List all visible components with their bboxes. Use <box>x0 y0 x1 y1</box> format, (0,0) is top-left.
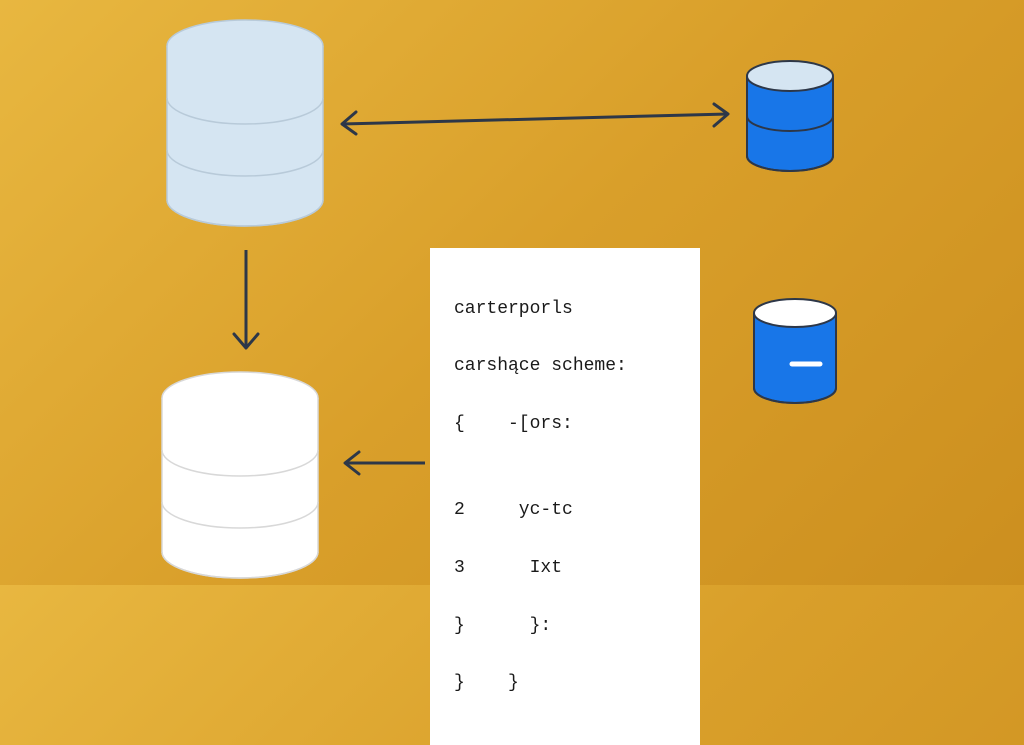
database-cylinder-replica-bottom <box>752 298 838 406</box>
code-line: carshące scheme: <box>454 352 676 381</box>
code-line: 2 yc-tc <box>454 496 676 525</box>
code-line: } }: <box>454 612 676 641</box>
arrow-left-icon <box>335 448 430 478</box>
code-line: carterporls <box>454 295 676 324</box>
database-cylinder-replica-top <box>745 60 835 175</box>
code-schema-box: carterporls carshące scheme: { -[ors: 2 … <box>430 248 700 745</box>
code-line: } } <box>454 669 676 698</box>
code-line: { -[ors: <box>454 410 676 439</box>
arrow-bidirectional-icon <box>330 100 740 140</box>
database-cylinder-source <box>165 18 325 228</box>
arrow-down-icon <box>226 246 266 361</box>
code-line: 3 Ixt <box>454 554 676 583</box>
database-cylinder-target <box>160 370 320 580</box>
